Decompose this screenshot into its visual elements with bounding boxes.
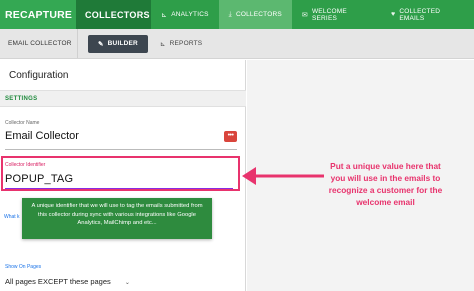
- section-title: COLLECTORS: [76, 0, 152, 29]
- builder-button[interactable]: ✎ BUILDER: [88, 34, 148, 53]
- download-icon: ⤓: [228, 10, 232, 18]
- top-nav: RECAPTURE ▼ COLLECTORS ⊾ ANALYTICS ⤓ COL…: [0, 0, 474, 29]
- reports-link[interactable]: ⊾ REPORTS: [160, 40, 202, 48]
- bar-chart-icon: ⊾: [161, 11, 168, 19]
- tab-collected-emails[interactable]: ♥ COLLECTED EMAILS: [381, 0, 474, 29]
- settings-section-label: SETTINGS: [5, 96, 38, 102]
- tab-welcome-series[interactable]: ✉ WELCOME SERIES: [292, 0, 381, 29]
- collector-identifier-input[interactable]: POPUP_TAG: [5, 173, 73, 185]
- builder-label: BUILDER: [107, 40, 138, 47]
- more-options-button[interactable]: •••: [224, 131, 237, 142]
- collector-identifier-underline: [5, 188, 233, 189]
- reports-label: REPORTS: [169, 40, 203, 47]
- tab-analytics[interactable]: ⊾ ANALYTICS: [151, 0, 219, 29]
- collector-name-label: Collector Name: [5, 120, 40, 126]
- tab-welcome-series-label: WELCOME SERIES: [311, 7, 347, 22]
- tab-collectors[interactable]: ⤓ COLLECTORS: [218, 0, 292, 29]
- show-on-pages-value: All pages EXCEPT these pages: [5, 277, 111, 286]
- identifier-tooltip: A unique identifier that we will use to …: [22, 198, 212, 239]
- collector-type-title: EMAIL COLLECTOR: [0, 29, 78, 58]
- envelope-icon: ✉: [301, 11, 308, 19]
- tab-collectors-label: COLLECTORS: [235, 11, 282, 18]
- collector-name-input[interactable]: Email Collector: [5, 130, 79, 142]
- show-on-pages-select[interactable]: All pages EXCEPT these pages ⌄: [5, 277, 130, 286]
- tab-collected-emails-label: COLLECTED EMAILS: [399, 7, 441, 22]
- wrench-icon: ✎: [98, 40, 104, 48]
- chevron-down-icon: ⌄: [124, 280, 130, 286]
- show-on-pages-label: Show On Pages: [5, 264, 42, 270]
- heart-icon: ♥: [390, 11, 396, 18]
- tab-analytics-label: ANALYTICS: [171, 11, 209, 18]
- bar-chart-icon: ⊾: [159, 40, 166, 48]
- brand-name: RECAPTURE: [5, 8, 73, 21]
- annotation-text: Put a unique value here that you will us…: [328, 161, 443, 207]
- panel-title: Configuration: [9, 70, 69, 81]
- annotation-arrow: [242, 167, 324, 185]
- collector-identifier-label: Collector Identifier: [5, 162, 46, 168]
- truncated-field-label: What k: [4, 214, 20, 220]
- brand-menu[interactable]: RECAPTURE ▼: [0, 0, 83, 29]
- sub-nav: EMAIL COLLECTOR ✎ BUILDER ⊾ REPORTS: [0, 29, 474, 59]
- collector-name-underline: [5, 149, 237, 150]
